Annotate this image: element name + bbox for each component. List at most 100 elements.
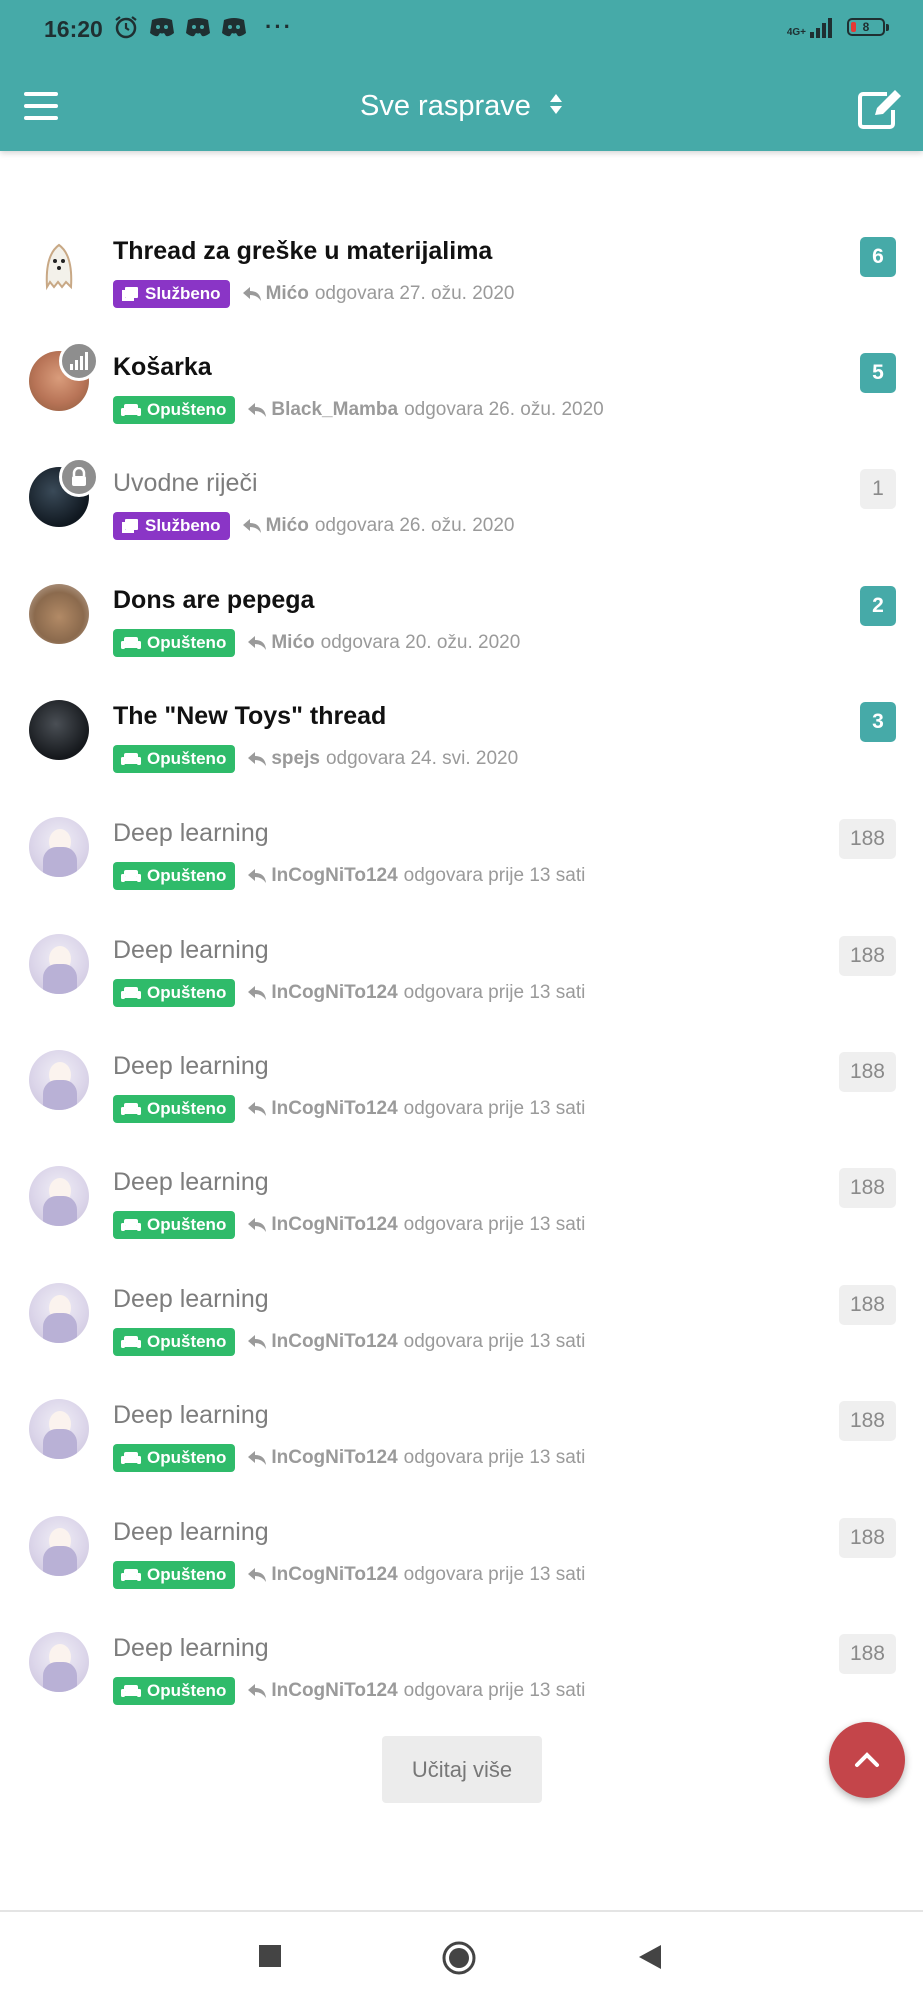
back-icon[interactable] xyxy=(637,1943,663,1971)
avatar[interactable] xyxy=(29,934,89,994)
thread-title[interactable]: Thread za greške u materijalima xyxy=(113,237,492,266)
couch-icon xyxy=(121,1685,141,1697)
last-post-user[interactable]: InCogNiTo124 xyxy=(271,1098,397,1120)
thread-title[interactable]: Uvodne riječi xyxy=(113,469,258,498)
thread-title[interactable]: Košarka xyxy=(113,353,212,382)
tag-badge[interactable]: Opušteno xyxy=(113,1211,236,1239)
thread-row[interactable]: Uvodne riječi Službeno Mićo odgovara 26. ož… xyxy=(0,455,923,571)
thread-row[interactable]: Dons are pepega Opušteno Mićo odgovara 20. … xyxy=(0,572,923,688)
thread-title[interactable]: Deep learning xyxy=(113,1052,269,1081)
thread-row[interactable]: Deep learning Opušteno InCogNiTo124 odgovar… xyxy=(0,1504,923,1620)
thread-meta: Opušteno spejs odgovara 24. svi. 2020 xyxy=(113,745,518,773)
thread-title[interactable]: Deep learning xyxy=(113,1634,269,1663)
reply-icon xyxy=(248,986,267,1000)
tag-badge[interactable]: Opušteno xyxy=(113,1444,236,1472)
last-post-user[interactable]: InCogNiTo124 xyxy=(271,865,397,887)
reply-icon xyxy=(248,752,267,766)
avatar[interactable] xyxy=(29,817,89,877)
thread-row[interactable]: Deep learning Opušteno InCogNiTo124 odgovar… xyxy=(0,922,923,1038)
last-post-user[interactable]: spejs xyxy=(271,748,320,770)
thread-meta: Opušteno InCogNiTo124 odgovara prije 13 sa… xyxy=(113,1677,585,1705)
thread-meta: Opušteno Black_Mamba odgovara 26. ožu. 202… xyxy=(113,396,604,424)
last-post-user[interactable]: InCogNiTo124 xyxy=(271,1680,397,1702)
tag-badge[interactable]: Opušteno xyxy=(113,1677,236,1705)
reply-icon xyxy=(248,1335,267,1349)
last-post-user[interactable]: InCogNiTo124 xyxy=(271,982,397,1004)
signal-bars-icon xyxy=(70,352,88,370)
thread-meta: Opušteno InCogNiTo124 odgovara prije 13 sa… xyxy=(113,1561,585,1589)
compose-icon[interactable] xyxy=(857,88,903,130)
reply-icon xyxy=(248,869,267,883)
reply-icon xyxy=(248,1451,267,1465)
last-post-time: odgovara prije 13 sati xyxy=(403,1214,586,1235)
last-post-user[interactable]: InCogNiTo124 xyxy=(271,1564,397,1586)
tag-badge[interactable]: Opušteno xyxy=(113,1561,236,1589)
avatar[interactable] xyxy=(29,235,89,295)
tag-badge[interactable]: Opušteno xyxy=(113,1095,236,1123)
avatar[interactable] xyxy=(29,700,89,760)
last-post-user[interactable]: Mićo xyxy=(271,632,314,654)
reply-count-badge: 5 xyxy=(860,353,896,393)
reply-count-badge: 188 xyxy=(838,1052,896,1092)
last-post-info: Mićo odgovara 20. ožu. 2020 xyxy=(247,632,520,654)
avatar[interactable] xyxy=(29,1632,89,1692)
last-post-user[interactable]: Black_Mamba xyxy=(271,399,398,421)
recents-icon[interactable] xyxy=(258,1944,282,1968)
thread-row[interactable]: Deep learning Opušteno InCogNiTo124 odgovar… xyxy=(0,1387,923,1503)
tag-badge[interactable]: Opušteno xyxy=(113,979,236,1007)
tag-label: Opušteno xyxy=(147,1448,227,1467)
last-post-user[interactable]: InCogNiTo124 xyxy=(271,1214,397,1236)
last-post-info: InCogNiTo124 odgovara prije 13 sati xyxy=(247,1214,585,1236)
tag-badge[interactable]: Opušteno xyxy=(113,862,236,890)
status-notification-icons: ··· xyxy=(113,14,293,40)
thread-row[interactable]: Deep learning Opušteno InCogNiTo124 odgovar… xyxy=(0,1620,923,1736)
avatar[interactable] xyxy=(29,1399,89,1459)
home-icon[interactable] xyxy=(441,1940,477,1976)
thread-row[interactable]: Deep learning Opušteno InCogNiTo124 odgovar… xyxy=(0,805,923,921)
thread-row[interactable]: Košarka Opušteno Black_Mamba odgovara 26. o… xyxy=(0,339,923,455)
tag-badge[interactable]: Opušteno xyxy=(113,396,236,424)
thread-row[interactable]: Deep learning Opušteno InCogNiTo124 odgovar… xyxy=(0,1038,923,1154)
thread-meta: Opušteno InCogNiTo124 odgovara prije 13 sa… xyxy=(113,1095,585,1123)
load-more-button[interactable]: Učitaj više xyxy=(382,1736,542,1803)
reply-count-badge: 188 xyxy=(838,1401,896,1441)
thread-row[interactable]: The "New Toys" thread Opušteno spejs odgova… xyxy=(0,688,923,804)
thread-title[interactable]: Deep learning xyxy=(113,1518,269,1547)
tag-badge[interactable]: Opušteno xyxy=(113,745,236,773)
last-post-user[interactable]: Mićo xyxy=(266,283,309,305)
avatar[interactable] xyxy=(29,1283,89,1343)
tag-badge[interactable]: Službeno xyxy=(113,512,230,540)
reply-count-badge: 188 xyxy=(838,1518,896,1558)
thread-title[interactable]: Dons are pepega xyxy=(113,586,314,615)
avatar[interactable] xyxy=(29,1166,89,1226)
thread-title[interactable]: Deep learning xyxy=(113,1401,269,1430)
reply-count-badge: 6 xyxy=(860,237,896,277)
tag-badge[interactable]: Službeno xyxy=(113,280,230,308)
thread-title[interactable]: Deep learning xyxy=(113,1285,269,1314)
battery-level: 8 xyxy=(862,20,870,34)
avatar[interactable] xyxy=(29,1050,89,1110)
reply-count-badge: 188 xyxy=(838,1285,896,1325)
thread-meta: Opušteno InCogNiTo124 odgovara prije 13 sa… xyxy=(113,1444,585,1472)
page-title-dropdown[interactable]: Sve rasprave xyxy=(0,90,923,123)
last-post-user[interactable]: InCogNiTo124 xyxy=(271,1447,397,1469)
discord-icon xyxy=(222,18,246,37)
tag-label: Službeno xyxy=(145,284,221,303)
last-post-user[interactable]: Mićo xyxy=(266,515,309,537)
thread-meta: Opušteno InCogNiTo124 odgovara prije 13 sa… xyxy=(113,979,585,1007)
status-system-icons: 4G+ 8 xyxy=(787,16,889,38)
status-time: 16:20 xyxy=(44,16,103,42)
tag-badge[interactable]: Opušteno xyxy=(113,629,236,657)
thread-title[interactable]: Deep learning xyxy=(113,819,269,848)
thread-title[interactable]: Deep learning xyxy=(113,1168,269,1197)
avatar[interactable] xyxy=(29,584,89,644)
thread-row[interactable]: Deep learning Opušteno InCogNiTo124 odgovar… xyxy=(0,1154,923,1270)
thread-title[interactable]: The "New Toys" thread xyxy=(113,702,386,731)
scroll-to-top-button[interactable] xyxy=(829,1722,905,1798)
thread-row[interactable]: Deep learning Opušteno InCogNiTo124 odgovar… xyxy=(0,1271,923,1387)
tag-badge[interactable]: Opušteno xyxy=(113,1328,236,1356)
thread-row[interactable]: Thread za greške u materijalima Službeno M… xyxy=(0,223,923,339)
last-post-user[interactable]: InCogNiTo124 xyxy=(271,1331,397,1353)
avatar[interactable] xyxy=(29,1516,89,1576)
thread-title[interactable]: Deep learning xyxy=(113,936,269,965)
